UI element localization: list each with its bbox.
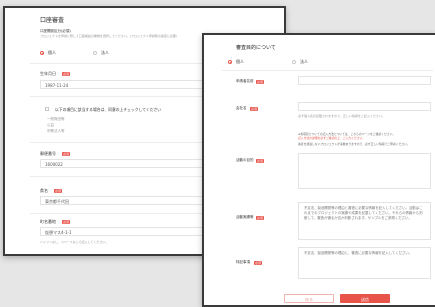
required-badge: 必須 (62, 219, 71, 224)
activity-record-label: 活動実績等 (236, 215, 254, 219)
required-badge: 必須 (250, 106, 259, 111)
section-title: 審査目的について (236, 45, 276, 51)
bullet-item: 宗教法人等 (47, 129, 65, 133)
submit-button[interactable]: 送信 (340, 294, 390, 303)
required-badge: 必須 (254, 260, 263, 265)
special-notes-label: 特記事項 (236, 260, 250, 264)
required-badge: 必須 (256, 158, 265, 163)
postal-code-label: 郵便番号 (40, 151, 56, 156)
radio-individual[interactable] (228, 60, 232, 64)
prefecture-label: 県名 (40, 188, 48, 193)
company-name-note: 必ず個人名が記載されますので、正しい情報をご記入ください。 (298, 114, 385, 118)
info-line: 審査を通過しないプロジェクトが多数ありますので、必ず正しい情報でご申請ください。 (298, 142, 410, 146)
activity-record-textarea[interactable]: 不定法、製品開発等の理由と審査に必要な情報を記入してください。活動はこれまでのプ… (298, 202, 431, 240)
radio-individual-label: 個人 (236, 59, 244, 64)
activity-purpose-textarea[interactable] (298, 153, 431, 189)
radio-corporate-label: 法人 (300, 59, 308, 64)
declaration-text: 以下の項目に該当する場合は、同意の上チェックしてください (55, 106, 162, 112)
birthdate-label: 生年月日 (40, 71, 56, 76)
radio-individual[interactable] (40, 51, 44, 55)
required-badge: 必須 (62, 71, 71, 76)
info-link[interactable]: 記入方法の詳細を必ずご確認の上、ご入力ください。 (298, 136, 365, 140)
bullet-item: 一般財団等 (47, 117, 65, 121)
section-divider (222, 70, 433, 71)
special-notes-textarea[interactable]: 不定法、製品開発等の理由と、審査に必要な情報を記入してください。 (298, 247, 431, 279)
activity-purpose-label: 活動の目的 (236, 158, 254, 162)
declaration-checkbox[interactable] (45, 107, 49, 111)
classification-note: プロジェクトを申請に際して口座開設の種類を選択してください。(プロジェクト申請時… (40, 34, 178, 38)
radio-corporate[interactable] (93, 51, 97, 55)
required-badge: 必須 (256, 79, 265, 84)
company-name-label: 会社名 (236, 106, 247, 110)
radio-individual-label: 個人 (48, 50, 56, 55)
applicant-name-label: 申請者名前 (236, 79, 254, 83)
address-label: 町名番地 (40, 219, 56, 224)
page-title: 口座審査 (40, 17, 65, 24)
address-note: ハイフンなし、スペースなしで記入してください。 (40, 240, 109, 244)
review-purpose-window: 審査目的について 個人 法人 申請者名前 必須 会社名 必須 必ず個人名が記載さ… (202, 33, 435, 307)
required-badge: 必須 (62, 151, 71, 156)
required-badge: 必須 (256, 215, 265, 220)
back-button[interactable]: 戻る (284, 294, 334, 303)
radio-corporate[interactable] (292, 60, 296, 64)
applicant-name-input[interactable] (298, 76, 431, 85)
radio-corporate-label: 法人 (101, 50, 109, 55)
company-name-input[interactable] (298, 102, 431, 111)
required-badge: 必須 (54, 188, 63, 193)
bullet-item: 公益 (47, 123, 54, 127)
